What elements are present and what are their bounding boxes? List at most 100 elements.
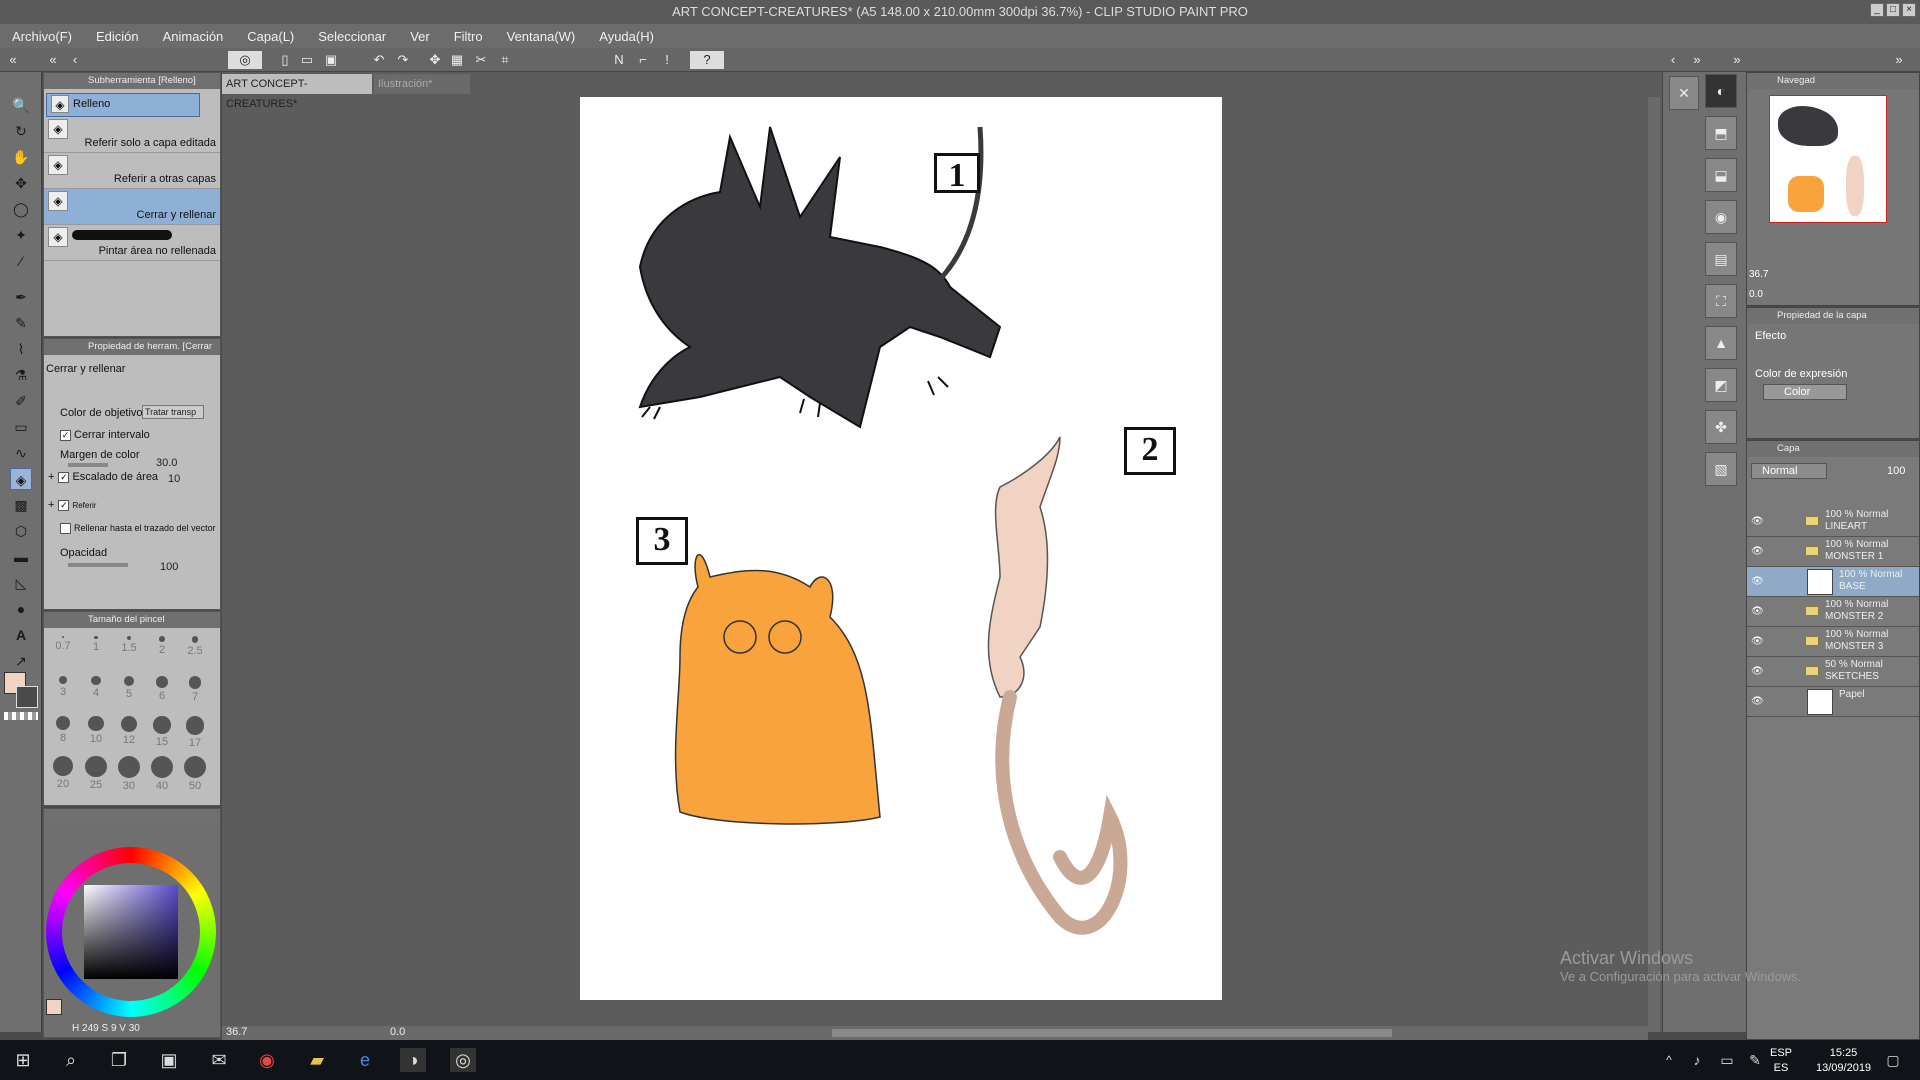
zoom-readout[interactable]: 36.7 [226, 1026, 247, 1038]
figure-tool-icon[interactable]: ⬡ [10, 520, 32, 542]
brush-size-cell[interactable]: 0.7 [48, 630, 78, 668]
lasso-tool-icon[interactable]: ◯ [10, 198, 32, 220]
menu-filter[interactable]: Filtro [442, 29, 495, 44]
ruler-tool-icon[interactable]: ◺ [10, 572, 32, 594]
saturation-value-square[interactable] [84, 885, 178, 979]
close-panel-icon[interactable]: ✕ [1669, 76, 1699, 110]
ruler-icon[interactable]: N [610, 51, 628, 69]
fill-icon[interactable]: ▦ [448, 51, 466, 69]
brush-size-cell[interactable]: 3 [48, 670, 78, 708]
cut-icon[interactable]: ✂ [472, 51, 490, 69]
minimize-button[interactable]: _ [1870, 3, 1884, 17]
menu-file[interactable]: Archivo(F) [0, 29, 84, 44]
expression-color-select[interactable]: Color [1763, 384, 1847, 400]
eye-icon[interactable]: 👁 [1751, 516, 1764, 527]
layer-row[interactable]: 👁 100 % Normal LINEART [1747, 507, 1919, 537]
store-icon[interactable]: ▣ [156, 1048, 182, 1072]
windows-start-icon[interactable]: ⊞ [10, 1048, 36, 1072]
hand-tool-icon[interactable]: ✋ [10, 146, 32, 168]
material-icon-7[interactable]: ◩ [1705, 368, 1737, 402]
subtool-paint-unfilled[interactable]: ◈ Pintar área no rellenada [44, 225, 220, 261]
task-view-icon[interactable]: ❐ [106, 1048, 132, 1072]
brush-size-cell[interactable]: 4 [81, 670, 111, 708]
brush-size-cell[interactable]: 1.5 [114, 630, 144, 668]
frame-tool-icon[interactable]: ▬ [10, 546, 32, 568]
open-file-icon[interactable]: ▭ [298, 51, 316, 69]
tab-art-concept[interactable]: ART CONCEPT-CREATURES* [222, 74, 372, 110]
brush-size-cell[interactable]: 2 [147, 630, 177, 668]
edge-icon[interactable]: e [352, 1048, 378, 1072]
eyedropper-icon[interactable]: ⁄ [10, 250, 32, 272]
sub-color-swatch[interactable] [16, 686, 38, 708]
language-indicator[interactable]: ESP ES [1770, 1046, 1792, 1076]
material-icon-9[interactable]: ▧ [1705, 452, 1737, 486]
current-color-swatch[interactable] [46, 999, 62, 1015]
subtool-group-fill[interactable]: ◈ Relleno [46, 93, 200, 117]
menu-view[interactable]: Ver [398, 29, 442, 44]
menu-edit[interactable]: Edición [84, 29, 151, 44]
search-icon[interactable]: ⌕ [58, 1048, 84, 1072]
refer-checkbox[interactable]: ✓ [58, 499, 70, 511]
undo-icon[interactable]: ↶ [370, 51, 388, 69]
navigator-angle[interactable]: 0.0 [1749, 289, 1763, 300]
navigator-preview[interactable] [1769, 95, 1887, 223]
blend-tool-icon[interactable]: ∿ [10, 442, 32, 464]
magic-wand-icon[interactable]: ✦ [10, 224, 32, 246]
tab-ilustracion[interactable]: Ilustración* [374, 74, 470, 94]
balloon-tool-icon[interactable]: ● [10, 598, 32, 620]
fill-tool-icon[interactable]: ◈ [10, 468, 32, 490]
brush-size-cell[interactable]: 1 [81, 630, 111, 668]
maximize-button[interactable]: □ [1886, 3, 1900, 17]
collapse-right-icon[interactable]: » [1688, 51, 1706, 69]
margin-value[interactable]: 30.0 [156, 457, 177, 469]
menu-window[interactable]: Ventana(W) [495, 29, 588, 44]
rotate-tool-icon[interactable]: ↻ [10, 120, 32, 142]
brush-size-cell[interactable]: 8 [48, 710, 78, 748]
volume-icon[interactable]: ♪ [1684, 1048, 1710, 1072]
pen-tool-icon[interactable]: ✒ [10, 286, 32, 308]
angle-readout[interactable]: 0.0 [390, 1026, 405, 1038]
eye-icon[interactable]: 👁 [1751, 606, 1764, 617]
opacity-value[interactable]: 100 [160, 561, 178, 573]
close-gap-checkbox[interactable]: ✓ [60, 429, 71, 441]
subtool-refer-other[interactable]: ◈ Referir a otras capas [44, 153, 220, 189]
layer-row[interactable]: 👁 100 % Normal MONSTER 3 [1747, 627, 1919, 657]
clip-studio-paint-taskbar-icon[interactable]: ◎ [450, 1048, 476, 1072]
material-icon-4[interactable]: ▤ [1705, 242, 1737, 276]
brush-size-cell[interactable]: 40 [147, 750, 177, 792]
help-icon[interactable]: ? [690, 51, 724, 69]
clock[interactable]: 15:25 13/09/2019 [1816, 1046, 1871, 1076]
pencil-tool-icon[interactable]: ✎ [10, 312, 32, 334]
gradient-tool-icon[interactable]: ▩ [10, 494, 32, 516]
menu-help[interactable]: Ayuda(H) [587, 29, 666, 44]
subtool-close-fill[interactable]: ◈ Cerrar y rellenar [44, 189, 220, 225]
brush-size-cell[interactable]: 2.5 [180, 630, 210, 668]
mail-icon[interactable]: ✉ [206, 1048, 232, 1072]
brush-size-cell[interactable]: 12 [114, 710, 144, 748]
redo-icon[interactable]: ↷ [394, 51, 412, 69]
arrow-left-icon[interactable]: ‹ [66, 51, 84, 69]
brush-size-cell[interactable]: 5 [114, 670, 144, 708]
zoom-tool-icon[interactable]: 🔍 [10, 94, 32, 116]
collapse-left-icon[interactable]: « [4, 51, 22, 69]
layer-opacity-value[interactable]: 100 [1887, 465, 1905, 477]
transparent-color-swatch[interactable] [4, 712, 38, 720]
material-icon-2[interactable]: ⬓ [1705, 158, 1737, 192]
eye-icon[interactable]: 👁 [1751, 636, 1764, 647]
layer-row[interactable]: 👁 100 % Normal BASE [1747, 567, 1919, 597]
brush-tool-icon[interactable]: ⌇ [10, 338, 32, 360]
clip-studio-icon[interactable]: ◎ [228, 51, 262, 69]
material-icon-5[interactable]: ⛶ [1705, 284, 1737, 318]
clip-studio-taskbar-icon[interactable]: ◑ [400, 1048, 426, 1072]
layer-row[interactable]: 👁 50 % Normal SKETCHES [1747, 657, 1919, 687]
menu-select[interactable]: Seleccionar [306, 29, 398, 44]
horizontal-scrollbar[interactable] [832, 1029, 1392, 1037]
fill-vector-checkbox[interactable] [60, 523, 71, 535]
transform-icon[interactable]: ⌗ [496, 51, 514, 69]
close-button[interactable]: × [1902, 3, 1916, 17]
search-icon[interactable]: ◐ [1705, 74, 1737, 108]
chrome-icon[interactable]: ◉ [254, 1048, 280, 1072]
decoration-tool-icon[interactable]: ✐ [10, 390, 32, 412]
material-icon-8[interactable]: ✤ [1705, 410, 1737, 444]
blend-mode-select[interactable]: Normal [1751, 463, 1827, 479]
